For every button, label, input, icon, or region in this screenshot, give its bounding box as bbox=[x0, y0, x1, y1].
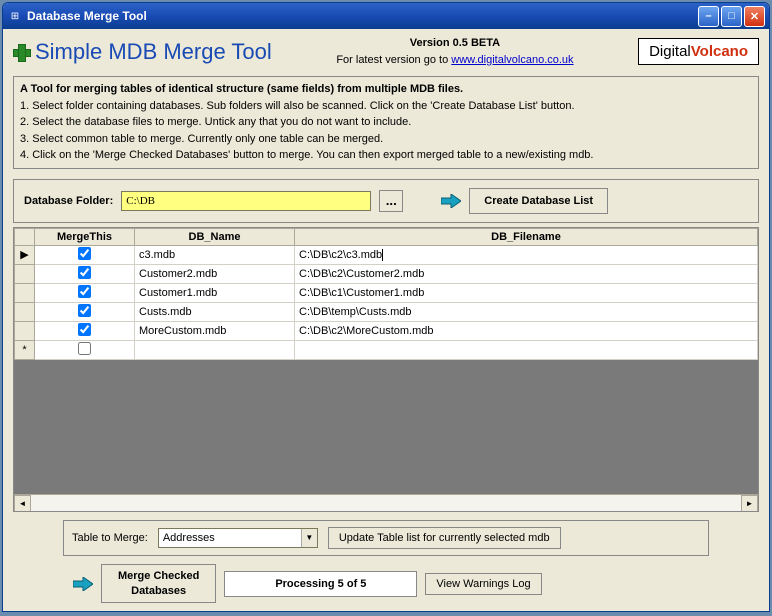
new-row[interactable]: * bbox=[15, 340, 758, 359]
table-row[interactable]: ▶ c3.mdbC:\DB\c2\c3.mdb bbox=[15, 245, 758, 264]
merge-btn-line2: Databases bbox=[118, 584, 199, 598]
db-filename-cell[interactable]: C:\DB\c1\Customer1.mdb bbox=[295, 283, 758, 302]
create-database-list-button[interactable]: Create Database List bbox=[469, 188, 608, 214]
view-warnings-button[interactable]: View Warnings Log bbox=[425, 573, 541, 595]
table-select[interactable]: Addresses ▼ bbox=[158, 528, 318, 548]
merge-checkbox[interactable] bbox=[78, 285, 91, 298]
horizontal-scrollbar[interactable]: ◄ ► bbox=[14, 494, 758, 511]
db-name-cell[interactable]: Custs.mdb bbox=[135, 302, 295, 321]
browse-button[interactable]: ... bbox=[379, 190, 403, 212]
table-row[interactable]: Custs.mdbC:\DB\temp\Custs.mdb bbox=[15, 302, 758, 321]
row-selector[interactable] bbox=[15, 302, 35, 321]
new-row-indicator: * bbox=[15, 340, 35, 359]
website-link[interactable]: www.digitalvolcano.co.uk bbox=[451, 54, 573, 66]
scroll-track[interactable] bbox=[31, 495, 741, 511]
table-row[interactable]: MoreCustom.mdbC:\DB\c2\MoreCustom.mdb bbox=[15, 321, 758, 340]
column-header-dbname[interactable]: DB_Name bbox=[135, 228, 295, 245]
merge-checkbox-cell[interactable] bbox=[35, 340, 135, 359]
folder-row: Database Folder: ... Create Database Lis… bbox=[13, 179, 759, 223]
folder-input[interactable] bbox=[121, 191, 371, 211]
db-filename-cell[interactable]: C:\DB\temp\Custs.mdb bbox=[295, 302, 758, 321]
app-icon: ⊞ bbox=[7, 8, 23, 24]
grid-corner bbox=[15, 228, 35, 245]
folder-label: Database Folder: bbox=[24, 195, 113, 207]
db-name-cell[interactable]: c3.mdb bbox=[135, 245, 295, 264]
column-header-mergethis[interactable]: MergeThis bbox=[35, 228, 135, 245]
db-name-cell[interactable]: MoreCustom.mdb bbox=[135, 321, 295, 340]
scroll-right-icon[interactable]: ► bbox=[741, 495, 758, 512]
table-row[interactable]: Customer1.mdbC:\DB\c1\Customer1.mdb bbox=[15, 283, 758, 302]
db-name-cell[interactable]: Customer1.mdb bbox=[135, 283, 295, 302]
logo-text-b: Volcano bbox=[691, 43, 748, 60]
database-grid[interactable]: MergeThis DB_Name DB_Filename ▶c3.mdbC:\… bbox=[13, 227, 759, 513]
row-selector[interactable] bbox=[15, 264, 35, 283]
merge-checkbox[interactable] bbox=[78, 342, 91, 355]
instructions-panel: A Tool for merging tables of identical s… bbox=[13, 76, 759, 169]
arrow-right-icon bbox=[441, 194, 461, 208]
merge-checkbox[interactable] bbox=[78, 323, 91, 336]
table-merge-row: Table to Merge: Addresses ▼ Update Table… bbox=[63, 520, 709, 556]
version-text: Version 0.5 BETA bbox=[410, 37, 500, 49]
chevron-down-icon: ▼ bbox=[301, 529, 317, 547]
merge-checkbox[interactable] bbox=[78, 304, 91, 317]
table-select-value: Addresses bbox=[163, 532, 215, 544]
db-name-cell[interactable] bbox=[135, 340, 295, 359]
progress-status: Processing 5 of 5 bbox=[224, 571, 417, 597]
instruction-step: 2. Select the database files to merge. U… bbox=[20, 114, 752, 131]
column-header-filename[interactable]: DB_Filename bbox=[295, 228, 758, 245]
row-selector[interactable] bbox=[15, 283, 35, 302]
scroll-left-icon[interactable]: ◄ bbox=[14, 495, 31, 512]
db-filename-cell[interactable]: C:\DB\c2\c3.mdb bbox=[295, 245, 758, 264]
latest-prefix: For latest version go to bbox=[336, 54, 451, 66]
titlebar: ⊞ Database Merge Tool – □ ✕ bbox=[3, 3, 769, 29]
version-block: Version 0.5 BETA For latest version go t… bbox=[292, 35, 618, 68]
grid-empty-area bbox=[14, 360, 758, 495]
merge-checkbox-cell[interactable] bbox=[35, 245, 135, 264]
db-filename-cell[interactable]: C:\DB\c2\MoreCustom.mdb bbox=[295, 321, 758, 340]
plus-icon bbox=[13, 44, 29, 60]
instructions-heading: A Tool for merging tables of identical s… bbox=[20, 81, 752, 98]
merge-checked-databases-button[interactable]: Merge Checked Databases bbox=[102, 565, 215, 602]
merge-checkbox-cell[interactable] bbox=[35, 302, 135, 321]
instruction-step: 3. Select common table to merge. Current… bbox=[20, 131, 752, 148]
update-table-list-button[interactable]: Update Table list for currently selected… bbox=[328, 527, 561, 549]
maximize-button[interactable]: □ bbox=[721, 6, 742, 27]
merge-checkbox[interactable] bbox=[78, 266, 91, 279]
logo: DigitalVolcano bbox=[638, 38, 759, 65]
merge-checkbox-cell[interactable] bbox=[35, 321, 135, 340]
db-name-cell[interactable]: Customer2.mdb bbox=[135, 264, 295, 283]
logo-text-a: Digital bbox=[649, 43, 691, 60]
db-filename-cell[interactable]: C:\DB\c2\Customer2.mdb bbox=[295, 264, 758, 283]
table-merge-label: Table to Merge: bbox=[72, 532, 148, 544]
merge-checkbox-cell[interactable] bbox=[35, 283, 135, 302]
app-title: Simple MDB Merge Tool bbox=[13, 39, 272, 65]
instruction-step: 1. Select folder containing databases. S… bbox=[20, 98, 752, 115]
instruction-step: 4. Click on the 'Merge Checked Databases… bbox=[20, 147, 752, 164]
arrow-right-icon bbox=[73, 577, 93, 591]
app-title-text: Simple MDB Merge Tool bbox=[35, 39, 272, 65]
row-selector[interactable]: ▶ bbox=[15, 245, 35, 264]
merge-checkbox-cell[interactable] bbox=[35, 264, 135, 283]
db-filename-cell[interactable] bbox=[295, 340, 758, 359]
close-button[interactable]: ✕ bbox=[744, 6, 765, 27]
table-row[interactable]: Customer2.mdbC:\DB\c2\Customer2.mdb bbox=[15, 264, 758, 283]
minimize-button[interactable]: – bbox=[698, 6, 719, 27]
window-title: Database Merge Tool bbox=[27, 9, 698, 23]
merge-btn-line1: Merge Checked bbox=[118, 569, 199, 583]
row-selector[interactable] bbox=[15, 321, 35, 340]
merge-checkbox[interactable] bbox=[78, 247, 91, 260]
